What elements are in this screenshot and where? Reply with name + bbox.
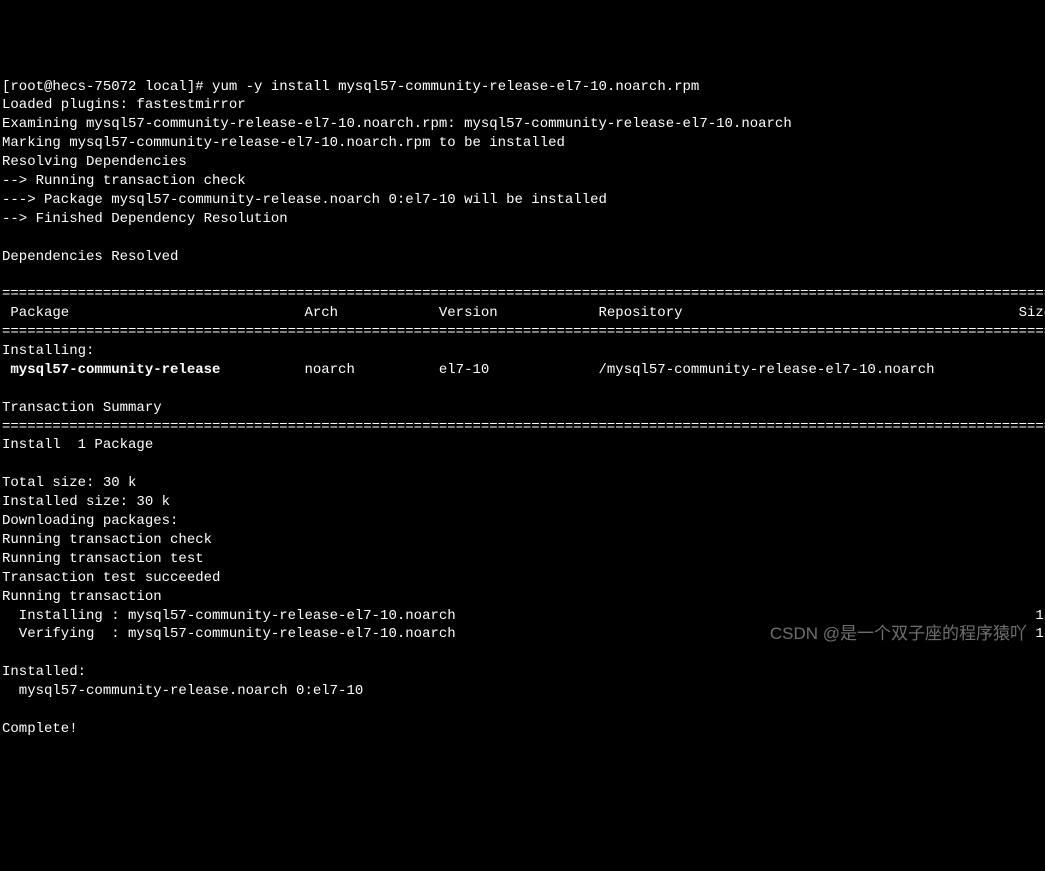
output-line: Transaction Summary: [2, 400, 162, 416]
package-name: mysql57-community-release: [2, 362, 220, 378]
separator-line: ========================================…: [2, 419, 1045, 435]
output-line: Dependencies Resolved: [2, 249, 178, 265]
output-line: Installing:: [2, 343, 94, 359]
output-line: Marking mysql57-community-release-el7-10…: [2, 135, 565, 151]
output-line: ---> Package mysql57-community-release.n…: [2, 192, 607, 208]
output-line: Install 1 Package: [2, 437, 153, 453]
terminal-output[interactable]: [root@hecs-75072 local]# yum -y install …: [2, 78, 1043, 739]
shell-command: yum -y install mysql57-community-release…: [212, 79, 699, 95]
output-line: Installing : mysql57-community-release-e…: [2, 608, 1045, 624]
output-line: --> Running transaction check: [2, 173, 246, 189]
output-line: mysql57-community-release.noarch 0:el7-1…: [2, 683, 363, 699]
package-details: noarch el7-10 /mysql57-community-release…: [220, 362, 1045, 378]
output-line: Installed:: [2, 664, 86, 680]
output-line: Running transaction: [2, 589, 162, 605]
output-line: Examining mysql57-community-release-el7-…: [2, 116, 792, 132]
output-line: Transaction test succeeded: [2, 570, 220, 586]
output-line: Installed size: 30 k: [2, 494, 170, 510]
separator-line: ========================================…: [2, 324, 1045, 340]
output-line: Complete!: [2, 721, 78, 737]
shell-prompt: [root@hecs-75072 local]#: [2, 79, 212, 95]
output-line: --> Finished Dependency Resolution: [2, 211, 288, 227]
output-line: Resolving Dependencies: [2, 154, 187, 170]
separator-line: ========================================…: [2, 286, 1045, 302]
output-line: Running transaction test: [2, 551, 204, 567]
output-line: Total size: 30 k: [2, 475, 136, 491]
output-line: Running transaction check: [2, 532, 212, 548]
table-header: Package Arch Version Repository Size: [2, 305, 1045, 321]
output-line: Downloading packages:: [2, 513, 178, 529]
output-line: Verifying : mysql57-community-release-el…: [2, 626, 1045, 642]
output-line: Loaded plugins: fastestmirror: [2, 97, 246, 113]
